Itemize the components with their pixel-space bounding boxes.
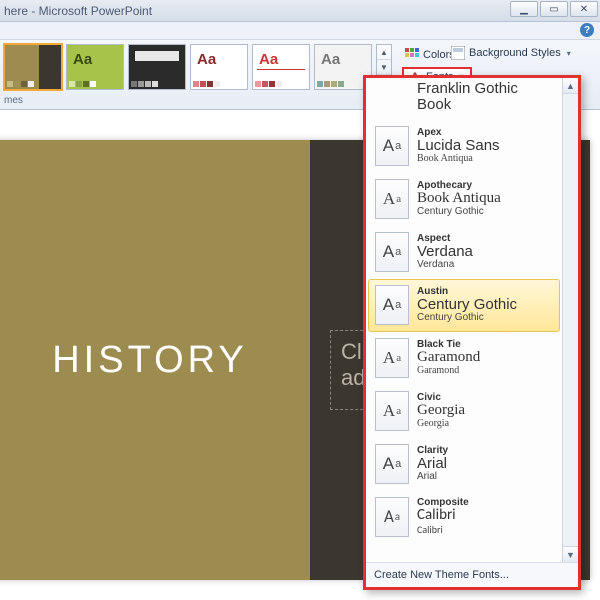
font-scheme-body: Century Gothic xyxy=(417,312,517,323)
font-scheme-text: CivicGeorgiaGeorgia xyxy=(417,391,465,431)
font-scheme-heading: Verdana xyxy=(417,244,473,260)
theme-thumb[interactable]: Aa xyxy=(252,44,310,90)
close-button[interactable]: ✕ xyxy=(570,1,598,17)
font-scheme-name: Black Tie xyxy=(417,339,480,350)
font-scheme-name: Apex xyxy=(417,127,500,138)
title-bar: here - Microsoft PowerPoint ▁ ▭ ✕ xyxy=(0,0,600,22)
font-scheme-heading: Franklin Gothic Book xyxy=(417,81,553,113)
font-scheme-heading: Arial xyxy=(417,456,448,472)
font-sample-icon: Aa xyxy=(375,179,409,219)
create-theme-fonts-label: Create New Theme Fonts... xyxy=(374,569,509,581)
font-scheme-item[interactable]: AaApothecaryBook AntiquaCentury Gothic xyxy=(366,173,562,226)
fonts-dropdown: AaFranklin Gothic BookAaApexLucida SansB… xyxy=(363,75,581,590)
font-scheme-name: Apothecary xyxy=(417,180,501,191)
font-scheme-item[interactable]: AaAustinCentury GothicCentury Gothic xyxy=(368,279,560,332)
font-sample-icon: Aa xyxy=(375,391,409,431)
font-scheme-heading: Calibri xyxy=(417,508,469,524)
font-scheme-body: Book Antiqua xyxy=(417,153,500,164)
font-scheme-body: Arial xyxy=(417,471,448,482)
maximize-button[interactable]: ▭ xyxy=(540,1,568,17)
chevron-down-icon: ▾ xyxy=(567,49,571,58)
font-scheme-text: Franklin Gothic Book xyxy=(417,81,553,113)
font-scheme-text: ApothecaryBook AntiquaCentury Gothic xyxy=(417,179,501,219)
font-sample-icon: Aa xyxy=(375,338,409,378)
scroll-down-icon[interactable]: ▼ xyxy=(563,546,578,562)
background-group: Background Styles ▾ xyxy=(448,44,578,62)
theme-thumb[interactable] xyxy=(128,44,186,90)
theme-thumb[interactable] xyxy=(4,44,62,90)
font-scheme-item[interactable]: AaFranklin Gothic Book xyxy=(366,78,562,120)
ribbon-group-label: mes xyxy=(0,95,23,109)
create-theme-fonts[interactable]: Create New Theme Fonts... xyxy=(366,562,578,587)
font-scheme-name: Austin xyxy=(417,286,517,297)
font-scheme-body: Georgia xyxy=(417,418,465,429)
font-scheme-name: Clarity xyxy=(417,445,448,456)
font-scheme-item[interactable]: AaAspectVerdanaVerdana xyxy=(366,226,562,279)
help-row: ? xyxy=(0,22,600,40)
font-sample-icon: Aa xyxy=(375,285,409,325)
colors-icon xyxy=(405,48,419,62)
app-title: here - Microsoft PowerPoint xyxy=(4,4,152,18)
chevron-up-icon[interactable]: ▲ xyxy=(377,45,391,60)
font-scheme-text: AspectVerdanaVerdana xyxy=(417,232,473,272)
font-scheme-item[interactable]: AaApexLucida SansBook Antiqua xyxy=(366,120,562,173)
chevron-down-icon[interactable]: ▼ xyxy=(377,60,391,75)
font-scheme-heading: Century Gothic xyxy=(417,297,517,313)
theme-gallery[interactable]: Aa Aa Aa Aa ▲ ▼ ≡ xyxy=(4,44,392,96)
slide-title[interactable]: HISTORY xyxy=(52,339,248,382)
font-scheme-text: Black TieGaramondGaramond xyxy=(417,338,480,378)
font-scheme-item[interactable]: AaClarityArialArial xyxy=(366,438,562,491)
font-scheme-body: Century Gothic xyxy=(417,206,501,217)
font-scheme-body: Calibri xyxy=(417,523,469,536)
font-scheme-heading: Lucida Sans xyxy=(417,138,500,154)
font-scheme-item[interactable]: AaCivicGeorgiaGeorgia xyxy=(366,385,562,438)
font-scheme-heading: Garamond xyxy=(417,350,480,366)
font-scheme-item[interactable]: AaCompositeCalibriCalibri xyxy=(366,491,562,544)
font-scheme-text: AustinCentury GothicCentury Gothic xyxy=(417,285,517,325)
minimize-button[interactable]: ▁ xyxy=(510,1,538,17)
background-styles-label: Background Styles xyxy=(469,47,561,59)
font-scheme-name: Civic xyxy=(417,392,465,403)
font-scheme-text: CompositeCalibriCalibri xyxy=(417,497,469,537)
slide-title-panel: HISTORY xyxy=(0,140,310,580)
font-scheme-heading: Book Antiqua xyxy=(417,191,501,207)
font-scheme-text: ClarityArialArial xyxy=(417,444,448,484)
font-scheme-item[interactable]: AaBlack TieGaramondGaramond xyxy=(366,332,562,385)
scroll-up-icon[interactable]: ▲ xyxy=(563,78,578,94)
font-scheme-body: Verdana xyxy=(417,259,473,270)
font-sample-icon: Aa xyxy=(375,126,409,166)
font-sample-icon: Aa xyxy=(375,232,409,272)
theme-thumb[interactable]: Aa xyxy=(66,44,124,90)
background-styles-button[interactable]: Background Styles ▾ xyxy=(448,44,578,62)
background-icon xyxy=(451,46,465,60)
font-scheme-heading: Georgia xyxy=(417,403,465,419)
font-sample-icon: Aa xyxy=(375,497,409,537)
window-controls: ▁ ▭ ✕ xyxy=(510,1,598,17)
scrollbar[interactable]: ▲ ▼ xyxy=(562,78,578,562)
theme-thumb[interactable]: Aa xyxy=(190,44,248,90)
font-scheme-body: Garamond xyxy=(417,365,480,376)
help-icon[interactable]: ? xyxy=(580,23,594,37)
font-sample-icon: Aa xyxy=(375,444,409,484)
font-scheme-name: Aspect xyxy=(417,233,473,244)
font-scheme-text: ApexLucida SansBook Antiqua xyxy=(417,126,500,166)
